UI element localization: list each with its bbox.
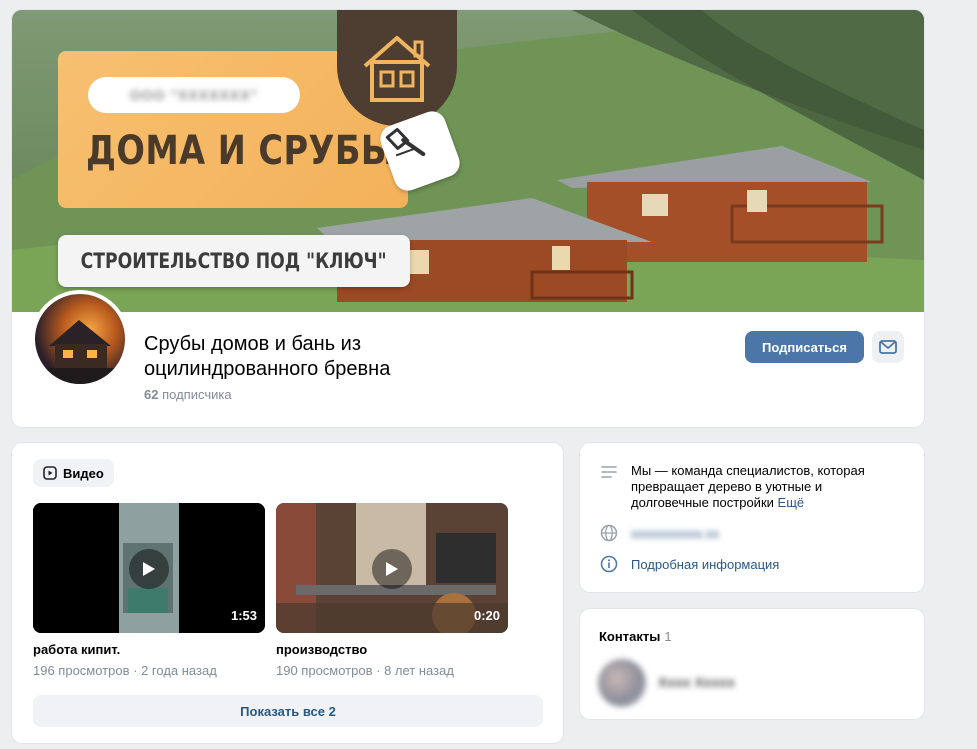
cover-house-badge <box>337 10 457 126</box>
play-icon[interactable] <box>372 549 412 589</box>
description-more-link[interactable]: Ещё <box>778 495 805 510</box>
video-title[interactable]: работа кипит. <box>33 642 120 657</box>
video-meta: 196 просмотров · 2 года назад <box>33 663 217 678</box>
details-row: Подробная информация <box>600 555 779 573</box>
subscribe-button[interactable]: Подписаться <box>745 331 864 363</box>
show-all-videos-button[interactable]: Показать все 2 <box>33 695 543 727</box>
video-thumbnail-2[interactable]: 0:20 <box>276 503 508 633</box>
contacts-card: Контакты 1 Xxxx Xxxxx <box>580 609 924 719</box>
globe-icon <box>600 524 618 542</box>
website-link[interactable]: xxxxxxxxxxx.xx <box>631 526 719 541</box>
group-avatar[interactable] <box>31 290 129 388</box>
play-icon[interactable] <box>129 549 169 589</box>
text-lines-icon <box>601 466 617 478</box>
cover-subtitle-banner: СТРОИТЕЛЬСТВО ПОД "КЛЮЧ" <box>58 235 410 287</box>
cover-company-pill: ООО "ХХХХХХХ" <box>88 77 300 113</box>
video-age: 2 года назад <box>141 663 217 678</box>
group-header-card: ООО "ХХХХХХХ" ДОМА И СРУБЫ СТРОИТЕЛЬСТВО… <box>12 10 924 427</box>
contact-avatar[interactable] <box>598 659 646 707</box>
avatar-house-image <box>45 320 115 384</box>
cover-image: ООО "ХХХХХХХ" ДОМА И СРУБЫ СТРОИТЕЛЬСТВО… <box>12 10 924 312</box>
videos-card: Видео 1:53 работа кипит. 196 просмотров … <box>12 443 563 743</box>
contacts-count: 1 <box>664 629 672 644</box>
video-title[interactable]: производство <box>276 642 367 657</box>
cover-title: ДОМА И СРУБЫ <box>86 128 397 174</box>
video-age: 8 лет назад <box>384 663 454 678</box>
website-row: xxxxxxxxxxx.xx <box>600 524 719 542</box>
subscribers-number: 62 <box>144 387 159 402</box>
subscribers-label: подписчика <box>162 387 232 402</box>
description-row: Мы — команда специалистов, которая превр… <box>600 463 886 511</box>
info-card: Мы — команда специалистов, которая превр… <box>580 443 924 592</box>
house-icon <box>363 36 431 102</box>
group-name: Срубы домов и бань из оцилиндрованного б… <box>144 333 391 380</box>
details-link[interactable]: Подробная информация <box>631 557 779 572</box>
video-views: 196 просмотров <box>33 663 130 678</box>
videos-section-label: Видео <box>63 465 104 481</box>
video-meta: 190 просмотров · 8 лет назад <box>276 663 454 678</box>
cover-subtitle: СТРОИТЕЛЬСТВО ПОД "КЛЮЧ" <box>81 249 387 273</box>
subscribers-count[interactable]: 62 подписчика <box>144 387 232 402</box>
contacts-header[interactable]: Контакты 1 <box>599 629 672 644</box>
envelope-icon <box>879 340 897 354</box>
videos-section-tag[interactable]: Видео <box>33 459 114 487</box>
video-thumbnail-1[interactable]: 1:53 <box>33 503 265 633</box>
video-duration: 1:53 <box>230 608 257 623</box>
description-text: Мы — команда специалистов, которая превр… <box>631 463 865 510</box>
video-icon <box>43 466 57 480</box>
video-views: 190 просмотров <box>276 663 373 678</box>
video-duration: 0:20 <box>473 608 500 623</box>
group-description: Мы — команда специалистов, которая превр… <box>631 463 886 511</box>
info-icon <box>600 555 618 573</box>
contact-name[interactable]: Xxxx Xxxxx <box>658 674 735 690</box>
cover-company-label: ООО "ХХХХХХХ" <box>129 87 259 103</box>
message-button[interactable] <box>872 331 904 363</box>
contacts-title: Контакты <box>599 629 661 644</box>
